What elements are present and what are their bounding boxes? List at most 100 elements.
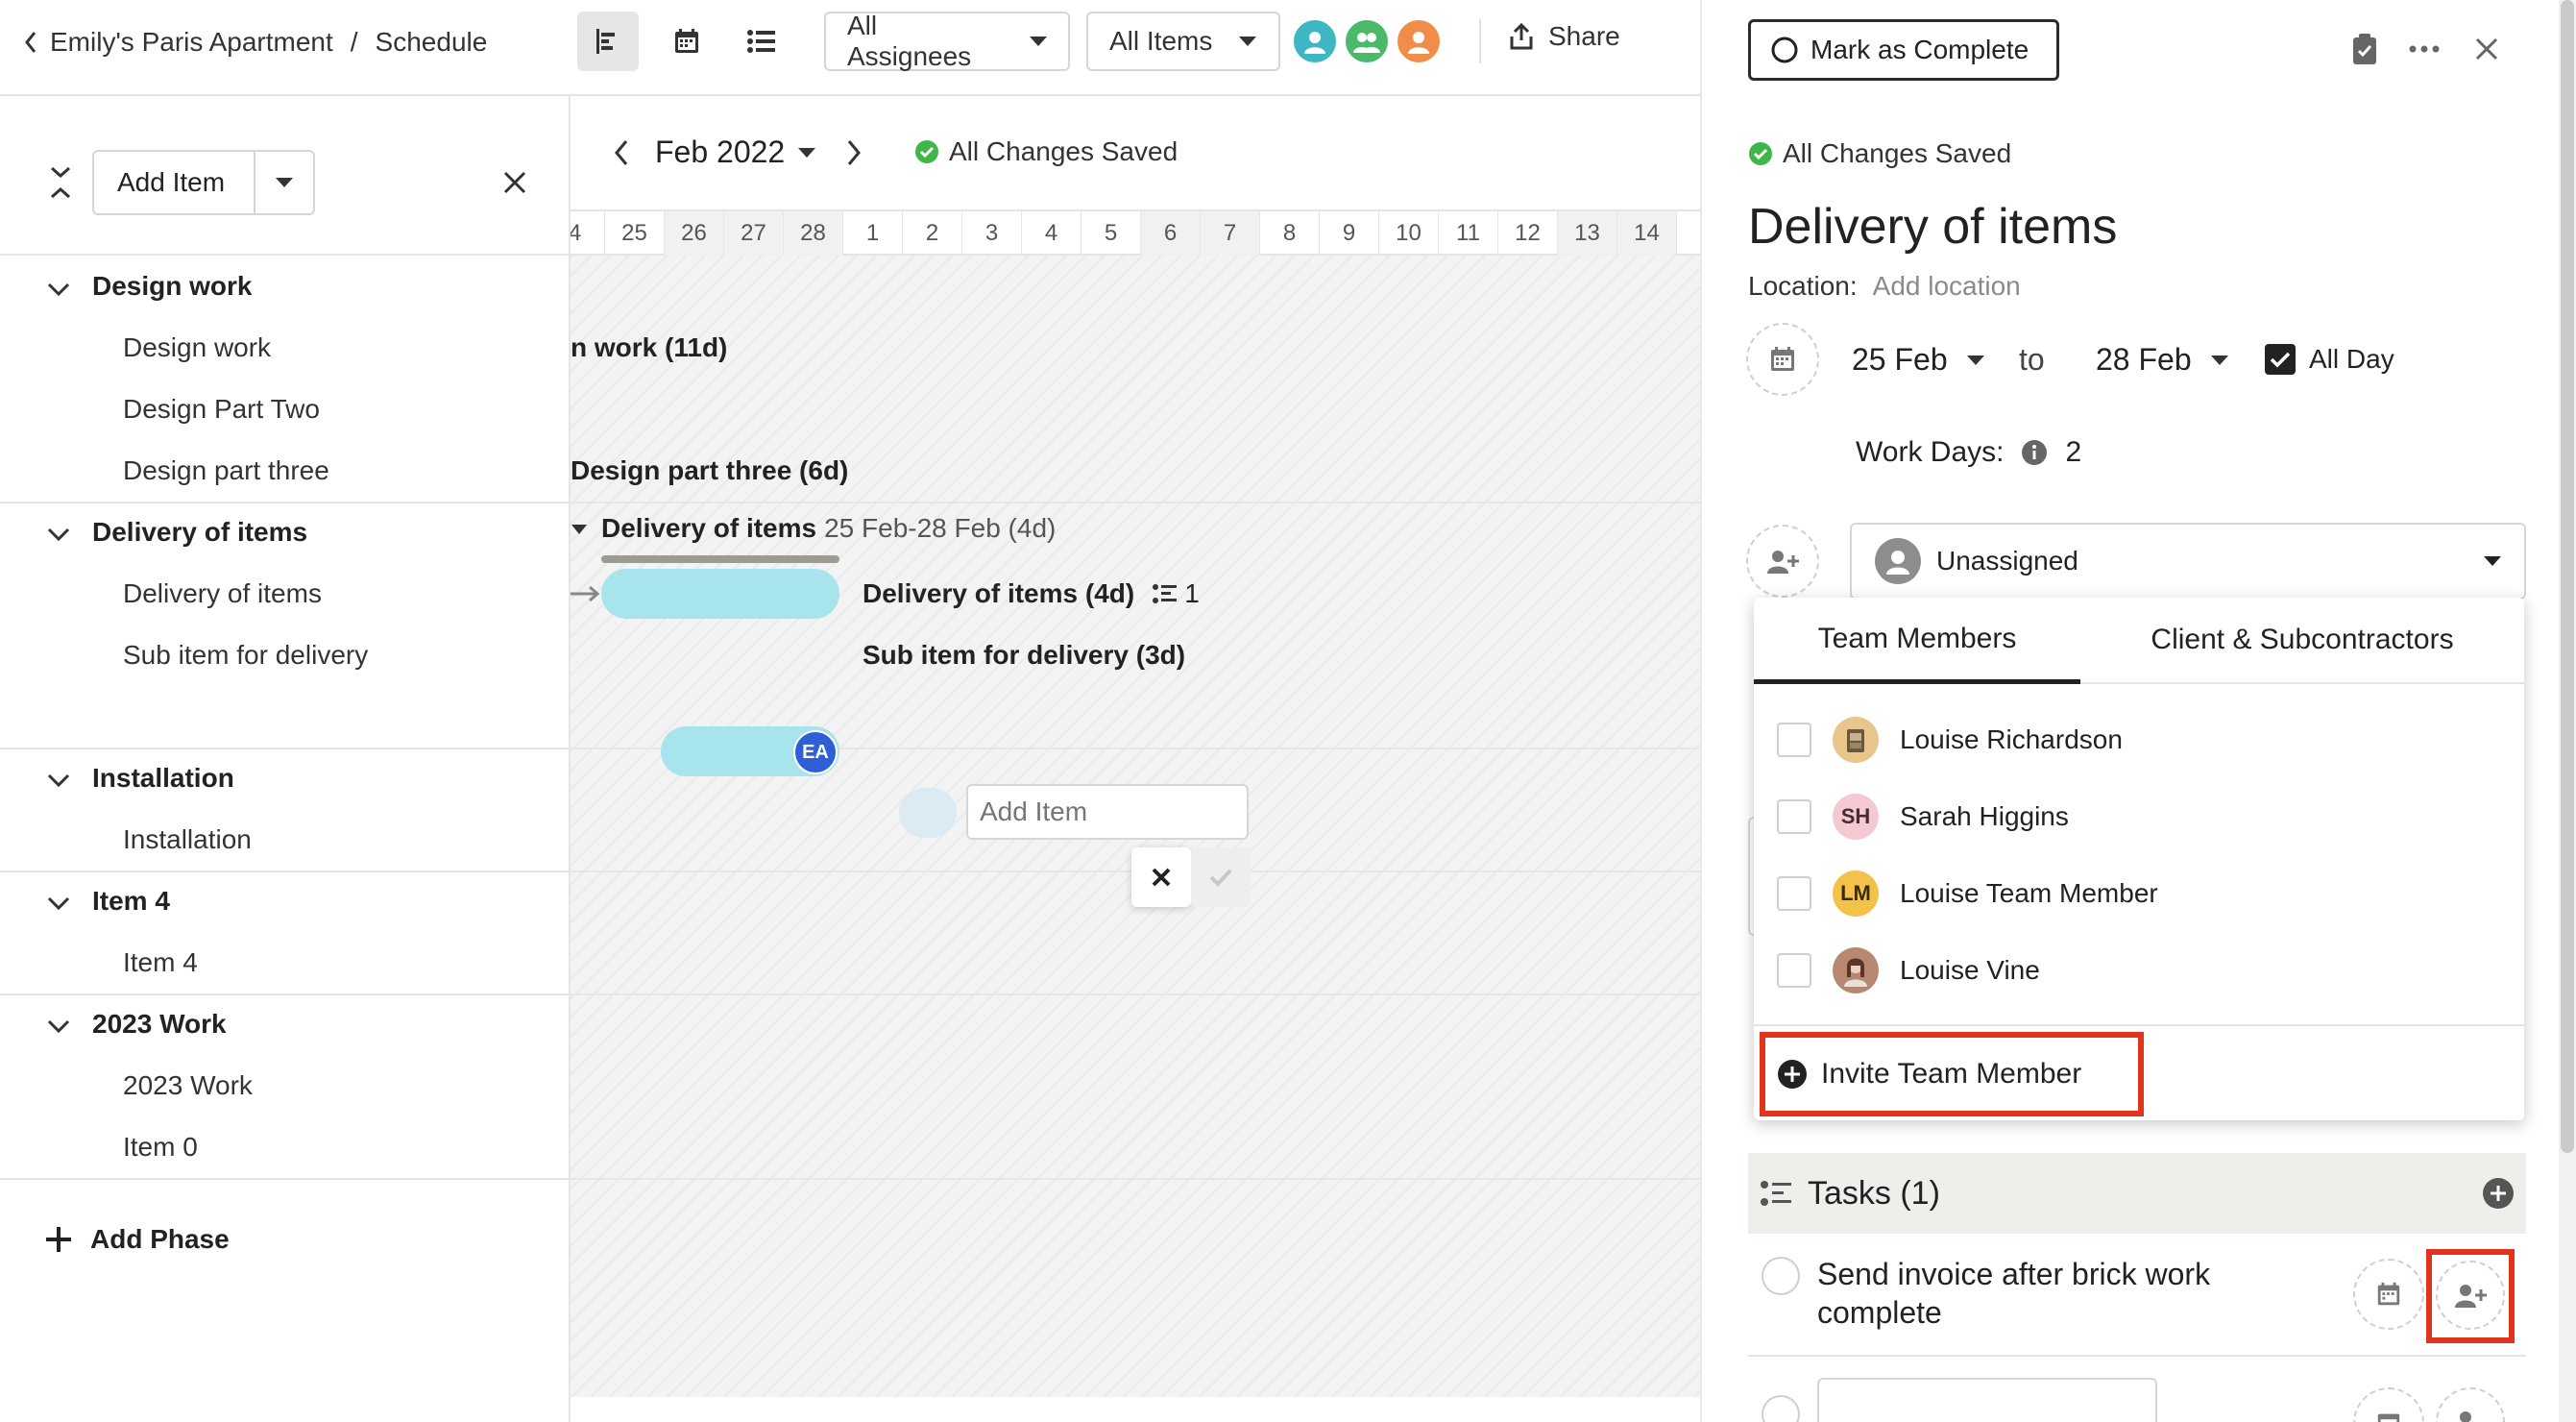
chevron-down-icon[interactable] — [46, 281, 71, 298]
divider — [0, 502, 569, 503]
more-options-icon[interactable] — [2409, 44, 2440, 54]
photo-icon — [1844, 958, 1867, 987]
divider — [1479, 19, 1481, 63]
day-cell: 4 — [571, 211, 605, 256]
add-task-icon[interactable] — [2482, 1177, 2515, 1210]
day-cell: 11 — [1439, 211, 1498, 256]
avatar[interactable] — [1291, 17, 1339, 65]
task-complete-toggle[interactable] — [1762, 1395, 1800, 1422]
calendar-view-button[interactable] — [657, 12, 717, 71]
task-date-button[interactable] — [2353, 1259, 2424, 1330]
close-icon[interactable] — [2474, 37, 2499, 61]
gantt-view-button[interactable] — [577, 12, 639, 71]
list-item[interactable]: Delivery of items — [123, 578, 322, 609]
breadcrumb-project[interactable]: Emily's Paris Apartment — [50, 27, 333, 58]
date-picker-button[interactable] — [1746, 323, 1819, 396]
add-user-icon — [2455, 1285, 2487, 1308]
add-location-link[interactable]: Add location — [1873, 271, 2021, 302]
task-name[interactable]: Send invoice after brick work complete — [1817, 1255, 2240, 1332]
invite-team-member-button[interactable]: Invite Team Member — [1760, 1032, 2144, 1116]
caret-down-icon[interactable] — [571, 523, 588, 536]
all-day-checkbox[interactable]: All Day — [2265, 344, 2394, 375]
member-option[interactable]: Louise Vine — [1777, 947, 2040, 993]
assignee-avatars[interactable] — [1291, 17, 1443, 65]
new-task-input[interactable] — [1817, 1378, 2157, 1422]
gantt-label-delivery-item[interactable]: Delivery of items (4d) 1 — [863, 578, 1200, 609]
share-button[interactable]: Share — [1508, 21, 1620, 52]
location-row: Location: Add location — [1748, 271, 2021, 302]
task-date-button[interactable] — [2353, 1387, 2424, 1422]
checkbox[interactable] — [1777, 723, 1811, 757]
gantt-item-name: Delivery of items (4d) — [863, 578, 1135, 608]
start-date-picker[interactable]: 25 Feb — [1852, 342, 1984, 378]
member-option[interactable]: LM Louise Team Member — [1777, 870, 2158, 917]
assignees-filter[interactable]: All Assignees — [824, 11, 1070, 71]
list-item[interactable]: Installation — [123, 824, 252, 855]
task-assign-button[interactable] — [2436, 1261, 2505, 1330]
gantt-label-design-work[interactable]: n work (11d) — [571, 332, 727, 363]
checkbox-checked[interactable] — [2265, 344, 2296, 375]
chevron-down-icon[interactable] — [46, 895, 71, 912]
add-phase-button[interactable]: Add Phase — [44, 1224, 230, 1255]
avatar[interactable]: EA — [793, 730, 838, 774]
caret-down-icon — [1966, 355, 1984, 365]
close-icon[interactable] — [501, 169, 528, 196]
add-item-button[interactable]: Add Item — [94, 167, 254, 198]
tab-team-members[interactable]: Team Members — [1754, 598, 2080, 684]
assign-button[interactable] — [1746, 525, 1819, 598]
checkbox[interactable] — [1777, 799, 1811, 834]
list-item[interactable]: 2023 Work — [123, 1070, 253, 1101]
list-item[interactable]: Item 0 — [123, 1132, 198, 1163]
member-option[interactable]: Louise Richardson — [1777, 717, 2123, 763]
collapse-all-icon[interactable] — [48, 165, 73, 200]
list-item[interactable]: Design part three — [123, 455, 329, 486]
avatar[interactable] — [1395, 17, 1443, 65]
caret-down-icon — [1239, 37, 1257, 46]
confirm-button[interactable] — [1191, 847, 1251, 907]
chevron-down-icon[interactable] — [46, 1017, 71, 1035]
chevron-down-icon[interactable] — [46, 772, 71, 789]
chevron-right-icon[interactable] — [845, 138, 863, 167]
avatar[interactable] — [1343, 17, 1391, 65]
gantt-label-sub-item[interactable]: Sub item for delivery (3d) — [863, 640, 1185, 671]
list-view-button[interactable] — [732, 12, 791, 71]
gantt-label-design-part-three[interactable]: Design part three (6d) — [571, 455, 848, 486]
chevron-left-icon[interactable] — [23, 30, 38, 55]
info-icon[interactable] — [2021, 439, 2048, 466]
scrollbar-thumb[interactable] — [2561, 0, 2574, 1153]
calendar-icon — [1771, 347, 1794, 371]
clipboard-check-icon[interactable] — [2351, 33, 2378, 65]
task-assign-button[interactable] — [2436, 1387, 2505, 1422]
checkbox[interactable] — [1777, 876, 1811, 911]
add-item-input[interactable] — [966, 784, 1249, 840]
list-item[interactable]: Design work — [123, 332, 271, 363]
list-item[interactable]: Item 4 — [123, 947, 198, 978]
task-complete-toggle[interactable] — [1762, 1257, 1800, 1295]
checkbox[interactable] — [1777, 953, 1811, 988]
chevron-left-icon[interactable] — [613, 138, 630, 167]
day-cell: 10 — [1379, 211, 1439, 256]
check-icon — [2270, 352, 2291, 368]
tab-client-subcontractors[interactable]: Client & Subcontractors — [2080, 598, 2524, 682]
photo-icon — [1847, 729, 1864, 752]
member-option[interactable]: SH Sarah Higgins — [1777, 794, 2069, 840]
item-title[interactable]: Delivery of items — [1748, 198, 2117, 256]
list-item[interactable]: Design Part Two — [123, 394, 320, 425]
check-icon — [1209, 869, 1232, 887]
gantt-phase-delivery[interactable]: Delivery of items 25 Feb-28 Feb (4d) — [601, 513, 1056, 544]
chevron-down-icon[interactable] — [46, 526, 71, 543]
list-item[interactable]: Sub item for delivery — [123, 640, 368, 671]
avatar — [1833, 947, 1879, 993]
avatar — [1833, 717, 1879, 763]
month-picker[interactable]: Feb 2022 — [655, 135, 816, 170]
save-status-label: All Changes Saved — [1783, 138, 2012, 168]
gantt-bar-delivery-of-items[interactable] — [601, 569, 839, 619]
task-name-line-2: complete — [1817, 1295, 1942, 1330]
cancel-button[interactable] — [1131, 847, 1191, 907]
items-filter[interactable]: All Items — [1086, 12, 1280, 71]
assignee-select[interactable]: Unassigned — [1850, 523, 2526, 600]
end-date-picker[interactable]: 28 Feb — [2096, 342, 2228, 378]
mark-complete-button[interactable]: Mark as Complete — [1748, 19, 2059, 81]
add-item-dropdown-button[interactable] — [254, 152, 313, 213]
day-cell: 6 — [1141, 211, 1201, 256]
